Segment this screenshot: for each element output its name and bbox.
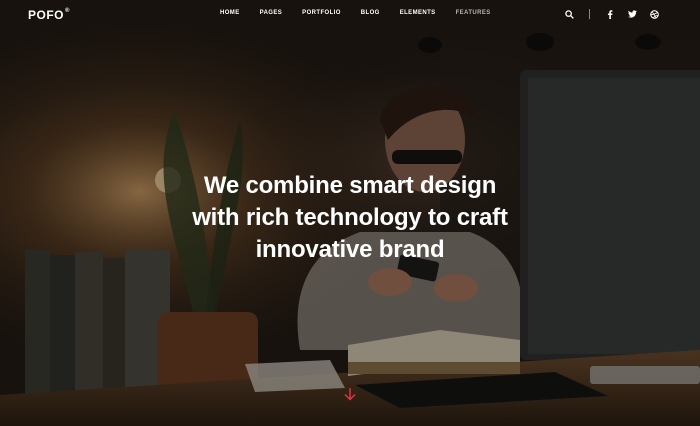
hero-line-1-bold: smart design — [349, 172, 497, 199]
search-icon[interactable] — [563, 8, 575, 20]
nav-blog[interactable]: BLOG — [361, 10, 380, 16]
logo-text: POFO — [28, 8, 65, 22]
top-navigation: POFO® HOME PAGES PORTFOLIO BLOG ELEMENTS… — [0, 0, 700, 30]
brand-logo[interactable]: POFO® — [28, 8, 70, 22]
logo-mark: ® — [65, 8, 70, 14]
hero-line-2-bold: craft — [456, 204, 508, 231]
twitter-icon[interactable] — [626, 8, 638, 20]
hero-headline: We combine smart design with rich techno… — [0, 170, 700, 266]
hero-line-3-regular: brand — [372, 236, 445, 263]
facebook-icon[interactable] — [604, 8, 616, 20]
main-menu: HOME PAGES PORTFOLIO BLOG ELEMENTS FEATU… — [220, 10, 511, 16]
nav-features[interactable]: FEATURES — [456, 10, 491, 16]
scroll-down-arrow-icon[interactable] — [342, 386, 358, 407]
nav-elements[interactable]: ELEMENTS — [400, 10, 436, 16]
dribbble-icon[interactable] — [648, 8, 660, 20]
hero-line-1: We combine smart design — [203, 172, 497, 199]
hero-line-1-regular: We combine — [203, 172, 350, 199]
nav-pages[interactable]: PAGES — [260, 10, 283, 16]
hero-line-2-regular: with rich technology to — [192, 204, 457, 231]
hero-line-3: innovative brand — [256, 236, 445, 263]
header-tools — [563, 8, 660, 20]
nav-portfolio[interactable]: PORTFOLIO — [302, 10, 341, 16]
nav-home[interactable]: HOME — [220, 10, 240, 16]
hero-line-2: with rich technology to craft — [192, 204, 508, 231]
tools-divider — [589, 9, 590, 19]
hero-line-3-bold: innovative — [255, 236, 373, 263]
